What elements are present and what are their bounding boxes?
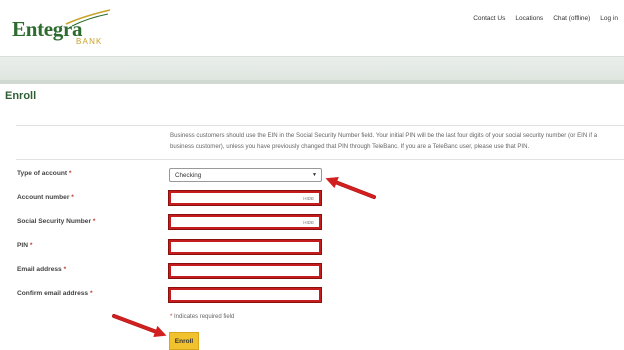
annotation-arrow-enroll-icon: [112, 314, 167, 338]
